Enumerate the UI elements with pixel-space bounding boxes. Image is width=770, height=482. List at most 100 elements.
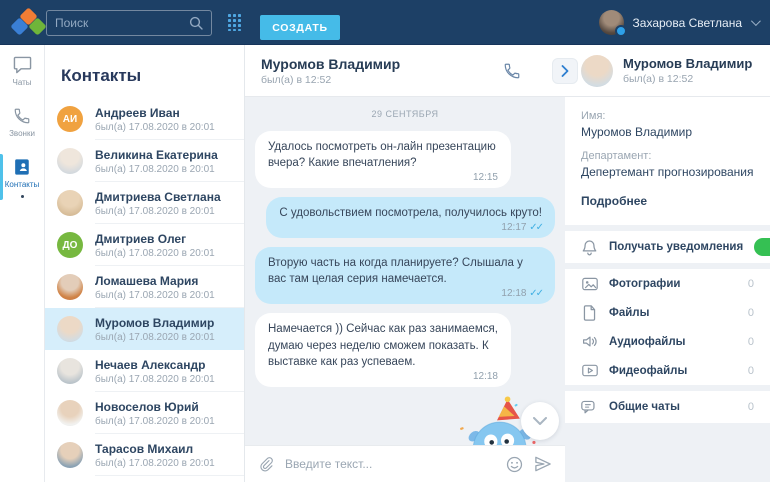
search-icon — [189, 16, 203, 30]
chevron-right-icon — [561, 65, 569, 77]
app-logo-icon[interactable] — [11, 7, 47, 37]
avatar — [57, 316, 83, 342]
message-incoming[interactable]: Удалось посмотреть он-лайн презентацию в… — [255, 131, 511, 188]
message-input-bar — [245, 445, 565, 482]
common-chats-row[interactable]: Общие чаты 0 — [565, 391, 770, 423]
create-button[interactable]: СОЗДАТЬ — [260, 15, 340, 40]
media-item-audio[interactable]: Аудиофайлы 0 — [565, 327, 770, 356]
message-time: 12:17 — [501, 222, 526, 233]
profile-header: Муромов Владимир был(а) в 12:52 — [565, 45, 770, 97]
contacts-title: Контакты — [45, 45, 244, 98]
bell-icon — [582, 239, 597, 256]
media-item-video[interactable]: Фидеофайлы 0 — [565, 356, 770, 385]
contact-row[interactable]: Дмитриева Светланабыл(а) 17.08.2020 в 20… — [45, 182, 244, 224]
contacts-list: АИ Андреев Иванбыл(а) 17.08.2020 в 20:01… — [45, 98, 244, 482]
field-value: Муромов Владимир — [581, 125, 754, 139]
contacts-panel: Контакты АИ Андреев Иванбыл(а) 17.08.202… — [45, 45, 245, 482]
more-details-link[interactable]: Подробнее — [581, 194, 647, 208]
search-input[interactable] — [55, 16, 189, 30]
contact-row[interactable]: Новоселов Юрийбыл(а) 17.08.2020 в 20:01 — [45, 392, 244, 434]
video-icon — [582, 364, 598, 377]
rail-item-chats[interactable]: Чаты — [0, 45, 44, 96]
avatar — [57, 148, 83, 174]
contact-row-partial[interactable] — [45, 476, 244, 482]
profile-name: Муромов Владимир — [623, 56, 752, 71]
count-badge: 0 — [748, 365, 754, 377]
contact-row[interactable]: Тарасов Михаилбыл(а) 17.08.2020 в 20:01 — [45, 434, 244, 476]
profile-last-seen: был(а) в 12:52 — [623, 73, 752, 85]
avatar: ДО — [57, 232, 83, 258]
chat-bubble-icon — [13, 56, 32, 74]
message-outgoing[interactable]: С удовольствием посмотрела, получилось к… — [266, 197, 555, 238]
contact-row[interactable]: Ломашева Мариябыл(а) 17.08.2020 в 20:01 — [45, 266, 244, 308]
media-section: Фотографии 0 Файлы 0 Аудиофайлы — [565, 269, 770, 385]
field-label: Департамент: — [581, 150, 754, 162]
emoji-button[interactable] — [506, 456, 523, 473]
field-label: Имя: — [581, 110, 754, 122]
active-indicator-dot — [21, 195, 24, 198]
top-bar: СОЗДАТЬ Захарова Светлана — [0, 0, 770, 45]
avatar — [57, 274, 83, 300]
send-button[interactable] — [534, 456, 552, 472]
notifications-row: Получать уведомления — [565, 231, 770, 263]
call-icon[interactable] — [503, 62, 521, 80]
photos-icon — [582, 277, 598, 291]
notifications-toggle[interactable] — [754, 238, 770, 256]
avatar: АИ — [57, 106, 83, 132]
user-name: Захарова Светлана — [633, 16, 742, 30]
message-time: 12:18 — [501, 288, 526, 299]
contact-row[interactable]: ДО Дмитриев Олегбыл(а) 17.08.2020 в 20:0… — [45, 224, 244, 266]
chat-title: Муромов Владимир — [261, 56, 503, 72]
avatar — [57, 358, 83, 384]
avatar — [57, 190, 83, 216]
chevron-down-icon — [751, 16, 761, 26]
left-rail: Чаты Звонки Контакты — [0, 45, 45, 482]
contact-row[interactable]: Великина Екатеринабыл(а) 17.08.2020 в 20… — [45, 140, 244, 182]
message-outgoing[interactable]: Вторую часть на когда планируете? Слышал… — [255, 247, 555, 304]
emoji-icon — [506, 456, 523, 473]
rail-item-contacts[interactable]: Контакты — [0, 147, 44, 207]
send-icon — [534, 456, 552, 472]
attach-icon — [258, 456, 274, 473]
count-badge: 0 — [748, 336, 754, 348]
message-time: 12:18 — [473, 371, 498, 382]
scroll-down-icon — [533, 417, 547, 426]
scroll-to-bottom-button[interactable] — [521, 402, 559, 440]
chat-header: Муромов Владимир был(а) в 12:52 — [245, 45, 565, 97]
phone-icon — [13, 107, 31, 125]
contact-row-selected[interactable]: Муромов Владимирбыл(а) 17.08.2020 в 20:0… — [45, 308, 244, 350]
user-avatar — [599, 10, 624, 35]
media-item-files[interactable]: Файлы 0 — [565, 298, 770, 327]
contact-row[interactable]: АИ Андреев Иванбыл(а) 17.08.2020 в 20:01 — [45, 98, 244, 140]
contacts-book-icon — [13, 158, 31, 176]
media-item-photos[interactable]: Фотографии 0 — [565, 269, 770, 298]
message-incoming[interactable]: Намечается )) Сейчас как раз занимаемся,… — [255, 313, 511, 386]
chat-panel: Муромов Владимир был(а) в 12:52 29 СЕНТЯ… — [245, 45, 565, 482]
read-receipt-icon: ✓✓ — [529, 288, 542, 299]
user-menu[interactable]: Захарова Светлана — [599, 0, 758, 45]
collapse-panel-button[interactable] — [552, 58, 578, 84]
avatar — [57, 400, 83, 426]
count-badge: 0 — [748, 278, 754, 290]
profile-info-section: Имя: Муромов Владимир Департамент: Депер… — [565, 97, 770, 225]
notifications-label: Получать уведомления — [609, 241, 743, 253]
profile-panel: Муромов Владимир был(а) в 12:52 Имя: Мур… — [565, 45, 770, 482]
message-input[interactable] — [285, 457, 495, 471]
message-list[interactable]: 29 СЕНТЯБРЯ Удалось посмотреть он-лайн п… — [245, 97, 565, 445]
contact-row[interactable]: Нечаев Александрбыл(а) 17.08.2020 в 20:0… — [45, 350, 244, 392]
profile-avatar — [581, 55, 613, 87]
chats-icon — [581, 400, 598, 415]
files-icon — [583, 305, 596, 321]
field-value: Депертемант прогнозирования — [581, 165, 754, 179]
search-box[interactable] — [46, 10, 212, 36]
date-divider: 29 СЕНТЯБРЯ — [255, 109, 555, 119]
audio-icon — [582, 335, 598, 348]
count-badge: 0 — [748, 307, 754, 319]
rail-item-calls[interactable]: Звонки — [0, 96, 44, 147]
read-receipt-icon: ✓✓ — [529, 222, 542, 233]
avatar — [57, 442, 83, 468]
apps-grid-icon[interactable] — [228, 14, 245, 31]
count-badge: 0 — [748, 401, 754, 413]
chat-last-seen: был(а) в 12:52 — [261, 74, 503, 86]
attach-file-button[interactable] — [258, 456, 274, 473]
